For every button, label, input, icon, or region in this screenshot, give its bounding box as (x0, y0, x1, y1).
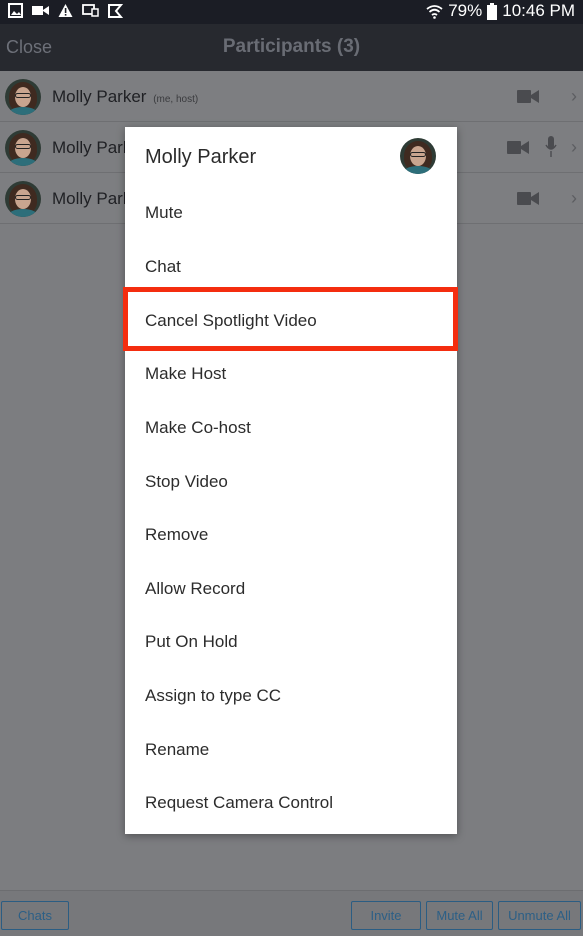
notification-icons (8, 3, 123, 18)
menu-header: Molly Parker (125, 127, 457, 184)
menu-item-rename[interactable]: Rename (125, 723, 457, 777)
invite-button[interactable]: Invite (351, 901, 421, 930)
avatar (400, 138, 436, 174)
video-camera-icon (517, 192, 539, 205)
chevron-right-icon: › (571, 188, 577, 208)
mute-all-button[interactable]: Mute All (426, 901, 493, 930)
chats-button[interactable]: Chats (1, 901, 69, 930)
status-bar: 79% 10:46 PM (0, 0, 583, 24)
top-bar: Close Participants (3) (0, 24, 583, 71)
page-title: Participants (3) (222, 36, 361, 57)
bottom-bar: Chats Invite Mute All Unmute All (0, 890, 583, 936)
wifi-icon (426, 4, 443, 19)
highlight-box (123, 287, 458, 351)
participant-row[interactable]: Molly Parker (me, host) › (0, 71, 583, 122)
microphone-icon (545, 136, 557, 157)
avatar (5, 181, 41, 217)
unmute-all-button[interactable]: Unmute All (498, 901, 581, 930)
battery-icon (487, 2, 498, 20)
gallery-icon (8, 3, 23, 18)
menu-title: Molly Parker (145, 146, 257, 168)
video-camera-icon (507, 141, 529, 154)
warning-icon (58, 4, 73, 17)
avatar (5, 130, 41, 166)
avatar (5, 79, 41, 115)
cast-icon (82, 4, 99, 17)
menu-item-make-co-host[interactable]: Make Co-host (125, 401, 457, 455)
participant-name: Molly Parker (52, 87, 147, 106)
menu-item-chat[interactable]: Chat (125, 240, 457, 294)
menu-item-allow-record[interactable]: Allow Record (125, 562, 457, 616)
clock: 10:46 PM (502, 1, 575, 20)
chevron-right-icon: › (571, 86, 577, 106)
menu-item-put-on-hold[interactable]: Put On Hold (125, 615, 457, 669)
menu-item-mute[interactable]: Mute (125, 186, 457, 240)
menu-item-stop-video[interactable]: Stop Video (125, 455, 457, 509)
participant-action-menu: Molly Parker Mute Chat Cancel Spotlight … (125, 127, 457, 834)
video-camera-icon (517, 90, 539, 103)
menu-item-request-camera-control[interactable]: Request Camera Control (125, 776, 457, 830)
menu-item-make-host[interactable]: Make Host (125, 347, 457, 401)
participant-tag: (me, host) (153, 94, 199, 105)
tag-icon (108, 4, 123, 18)
video-icon (32, 6, 49, 15)
menu-item-remove[interactable]: Remove (125, 508, 457, 562)
battery-percent: 79% (448, 1, 483, 20)
chevron-right-icon: › (571, 137, 577, 157)
menu-item-assign-to-type-cc[interactable]: Assign to type CC (125, 669, 457, 723)
